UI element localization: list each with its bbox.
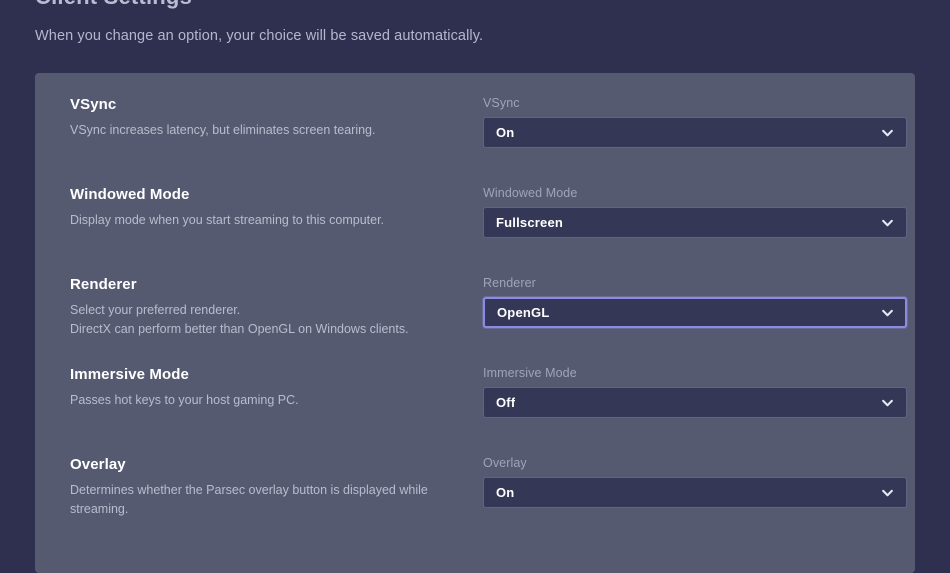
setting-description-line: DirectX can perform better than OpenGL o… bbox=[70, 321, 409, 336]
setting-description-line: Determines whether the Parsec overlay bu… bbox=[70, 482, 428, 497]
setting-title-windowed-mode: Windowed Mode bbox=[70, 186, 190, 203]
setting-row-vsync: VSync VSync increases latency, but elimin… bbox=[53, 95, 907, 185]
setting-description-vsync: VSync increases latency, but eliminates … bbox=[70, 121, 480, 140]
select-windowed-mode[interactable]: Fullscreen bbox=[483, 207, 907, 238]
setting-control-immersive-mode: Immersive Mode Off bbox=[483, 365, 907, 418]
setting-info-vsync: VSync VSync increases latency, but elimin… bbox=[53, 95, 483, 140]
page-subtitle: When you change an option, your choice w… bbox=[35, 28, 484, 44]
setting-description-line: streaming. bbox=[70, 501, 129, 516]
setting-description-overlay: Determines whether the Parsec overlay bu… bbox=[70, 481, 480, 520]
setting-info-windowed-mode: Windowed Mode Display mode when you start… bbox=[53, 185, 483, 230]
select-wrap-immersive-mode: Off bbox=[483, 387, 907, 418]
setting-info-overlay: Overlay Determines whether the Parsec ove… bbox=[53, 455, 483, 519]
setting-control-overlay: Overlay On bbox=[483, 455, 907, 508]
setting-description-windowed-mode: Display mode when you start streaming to… bbox=[70, 211, 480, 230]
setting-control-vsync: VSync On bbox=[483, 95, 907, 148]
setting-row-immersive-mode: Immersive Mode Passes hot keys to your ho… bbox=[53, 365, 907, 455]
page-title: Client Settings bbox=[35, 0, 192, 10]
select-immersive-mode[interactable]: Off bbox=[483, 387, 907, 418]
select-overlay[interactable]: On bbox=[483, 477, 907, 508]
setting-description-immersive-mode: Passes hot keys to your host gaming PC. bbox=[70, 391, 480, 410]
select-value-overlay: On bbox=[496, 485, 515, 500]
control-label-vsync: VSync bbox=[483, 96, 520, 110]
setting-title-vsync: VSync bbox=[70, 96, 117, 113]
setting-description-renderer: Select your preferred renderer. DirectX c… bbox=[70, 301, 480, 340]
setting-description-line: Display mode when you start streaming to… bbox=[70, 212, 385, 227]
setting-control-renderer: Renderer OpenGL bbox=[483, 275, 907, 328]
control-label-windowed-mode: Windowed Mode bbox=[483, 186, 578, 200]
setting-title-renderer: Renderer bbox=[70, 276, 137, 293]
select-value-immersive-mode: Off bbox=[496, 395, 516, 410]
setting-title-immersive-mode: Immersive Mode bbox=[70, 366, 189, 383]
setting-control-windowed-mode: Windowed Mode Fullscreen bbox=[483, 185, 907, 238]
setting-row-overlay: Overlay Determines whether the Parsec ove… bbox=[53, 455, 907, 545]
select-wrap-overlay: On bbox=[483, 477, 907, 508]
select-renderer[interactable]: OpenGL bbox=[483, 297, 907, 328]
select-wrap-vsync: On bbox=[483, 117, 907, 148]
select-value-windowed-mode: Fullscreen bbox=[496, 215, 564, 230]
select-wrap-renderer: OpenGL bbox=[483, 297, 907, 328]
select-wrap-windowed-mode: Fullscreen bbox=[483, 207, 907, 238]
settings-panel: VSync VSync increases latency, but elimin… bbox=[35, 73, 915, 573]
control-label-renderer: Renderer bbox=[483, 276, 536, 290]
select-value-renderer: OpenGL bbox=[497, 305, 550, 320]
control-label-immersive-mode: Immersive Mode bbox=[483, 366, 577, 380]
control-label-overlay: Overlay bbox=[483, 456, 527, 470]
setting-row-renderer: Renderer Select your preferred renderer. D… bbox=[53, 275, 907, 365]
setting-info-immersive-mode: Immersive Mode Passes hot keys to your ho… bbox=[53, 365, 483, 410]
setting-description-line: VSync increases latency, but eliminates … bbox=[70, 122, 376, 137]
setting-description-line: Passes hot keys to your host gaming PC. bbox=[70, 392, 299, 407]
setting-title-overlay: Overlay bbox=[70, 456, 126, 473]
select-vsync[interactable]: On bbox=[483, 117, 907, 148]
setting-description-line: Select your preferred renderer. bbox=[70, 302, 241, 317]
select-value-vsync: On bbox=[496, 125, 515, 140]
setting-info-renderer: Renderer Select your preferred renderer. D… bbox=[53, 275, 483, 339]
setting-row-windowed-mode: Windowed Mode Display mode when you start… bbox=[53, 185, 907, 275]
